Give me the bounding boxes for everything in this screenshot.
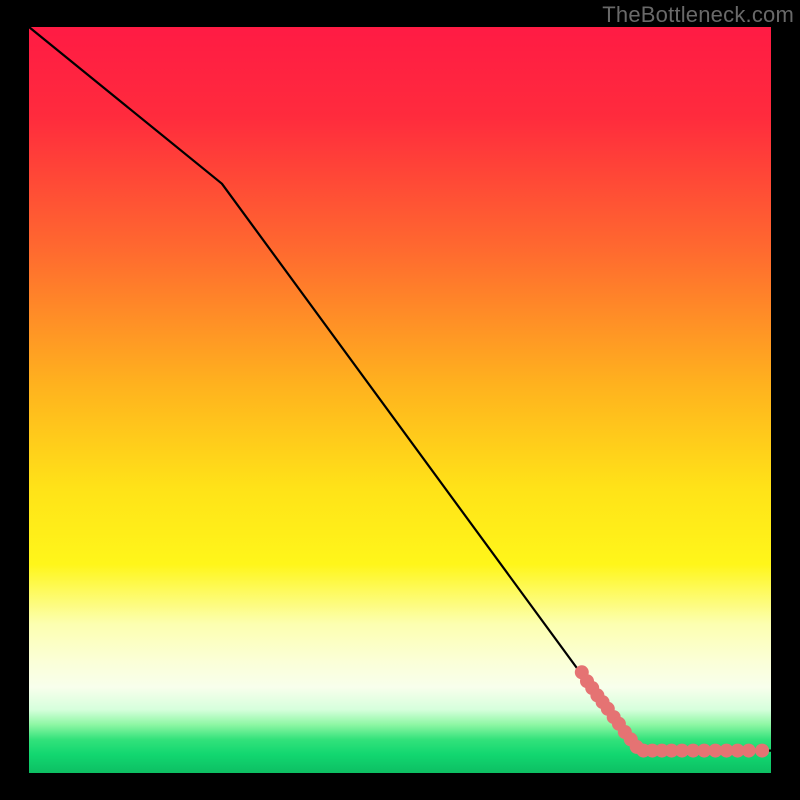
scatter-point xyxy=(742,744,756,758)
scatter-point xyxy=(755,744,769,758)
chart-wrapper: TheBottleneck.com xyxy=(0,0,800,800)
plot-background xyxy=(29,27,771,773)
watermark-text: TheBottleneck.com xyxy=(602,2,794,28)
bottleneck-chart xyxy=(0,0,800,800)
